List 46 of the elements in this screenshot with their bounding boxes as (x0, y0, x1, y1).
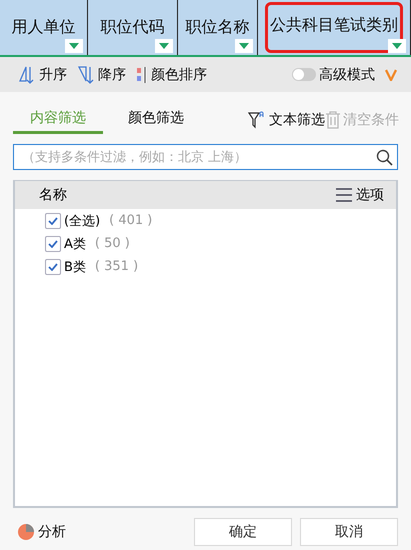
column-header: 职位代码 (100, 16, 166, 38)
text-filter-button[interactable]: 文本筛选 (248, 111, 325, 129)
checkbox[interactable] (45, 258, 61, 274)
trash-icon (325, 111, 341, 129)
item-label: A类 (64, 236, 86, 252)
column-header: 用人单位 (10, 16, 76, 38)
dropdown-arrow-icon (159, 43, 169, 49)
filter-dropdown-button[interactable] (65, 39, 83, 53)
item-label: B类 (64, 258, 86, 276)
checkbox[interactable] (45, 212, 61, 228)
color-sort-icon (136, 64, 148, 84)
search-icon (376, 148, 393, 166)
name-column-header: 名称 (39, 186, 67, 204)
pie-chart-icon (17, 523, 35, 541)
filter-icon (248, 111, 266, 129)
filter-dropdown-button[interactable] (155, 39, 173, 53)
confirm-button[interactable]: 确定 (194, 518, 292, 546)
dropdown-arrow-icon (239, 43, 249, 49)
checkmark-icon (48, 240, 58, 248)
column-header: 职位名称 (184, 16, 250, 38)
sort-descending-button[interactable]: 降序 (77, 64, 126, 84)
item-count: ( 401 ) (109, 213, 152, 228)
checkbox[interactable] (45, 236, 61, 252)
filter-dropdown-button[interactable] (388, 39, 406, 53)
v-logo-icon (385, 68, 397, 80)
checkmark-icon (48, 262, 58, 270)
checkmark-icon (48, 216, 58, 224)
sort-ascending-icon (18, 64, 36, 84)
sort-descending-icon (77, 64, 95, 84)
search-field[interactable]: （支持多条件过滤，例如：北京 上海） (20, 148, 376, 166)
item-count: ( 351 ) (94, 259, 138, 274)
search-box[interactable]: （支持多条件过滤，例如：北京 上海） (13, 144, 398, 170)
options-button[interactable]: 选项 (335, 186, 384, 204)
analyze-button[interactable]: 分析 (17, 523, 66, 541)
sort-ascending-button[interactable]: 升序 (18, 64, 67, 84)
filter-tab[interactable]: 颜色筛选 (111, 106, 201, 134)
column-header: 公共科目笔试类别 (268, 5, 400, 50)
dropdown-arrow-icon (392, 43, 402, 49)
item-label: (全选) (64, 212, 100, 230)
cancel-button[interactable]: 取消 (300, 518, 398, 546)
advanced-mode-toggle[interactable]: 高级模式 (292, 66, 375, 84)
color-sort-button[interactable]: 颜色排序 (136, 64, 207, 84)
menu-icon (335, 188, 353, 202)
dropdown-arrow-icon (69, 43, 79, 49)
item-count: ( 50 ) (94, 236, 130, 251)
filter-dropdown-button[interactable] (235, 39, 253, 53)
